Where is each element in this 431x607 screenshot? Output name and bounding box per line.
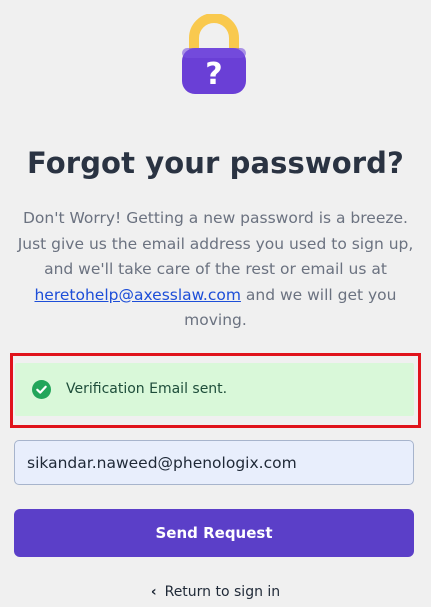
check-circle-icon (32, 380, 51, 399)
send-request-button[interactable]: Send Request (14, 509, 414, 557)
email-field[interactable] (14, 440, 414, 485)
padlock-question-icon: ? (180, 13, 248, 94)
success-alert: Verification Email sent. (15, 363, 414, 416)
chevron-left-icon: ‹ (150, 584, 157, 600)
return-link-label: Return to sign in (164, 584, 281, 600)
question-mark-glyph: ? (205, 57, 222, 92)
support-email-link[interactable]: heretohelp@axesslaw.com (34, 286, 240, 304)
alert-message: Verification Email sent. (66, 381, 228, 397)
page-title: Forgot your password? (27, 146, 404, 180)
return-to-sign-in-link[interactable]: ‹ Return to sign in (0, 581, 431, 603)
instructions-text: Don't Worry! Getting a new password is a… (16, 206, 415, 334)
instructions-text-start: Don't Worry! Getting a new password is a… (17, 209, 414, 278)
